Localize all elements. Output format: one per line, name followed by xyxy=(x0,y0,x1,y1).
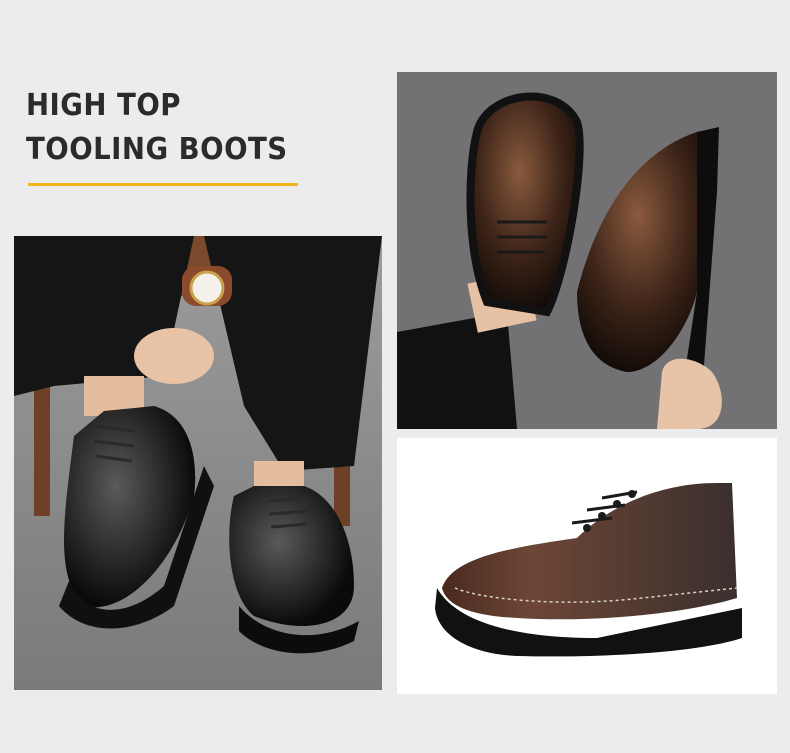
photo-model-brown-shoes xyxy=(397,72,777,429)
photo-product-brown-shoe xyxy=(397,438,777,694)
heading-block: HIGH TOP TOOLING BOOTS xyxy=(26,84,306,186)
photo-seated-model-black-shoes xyxy=(14,236,382,690)
photo-model-brown-shoes-illustration xyxy=(397,72,777,429)
heading-line-2: TOOLING BOOTS xyxy=(26,132,288,167)
heading-line-1: HIGH TOP xyxy=(26,88,181,123)
accent-rule xyxy=(28,183,298,186)
photo-product-brown-shoe-illustration xyxy=(397,438,777,694)
photo-seated-model-black-shoes-illustration xyxy=(14,236,382,690)
